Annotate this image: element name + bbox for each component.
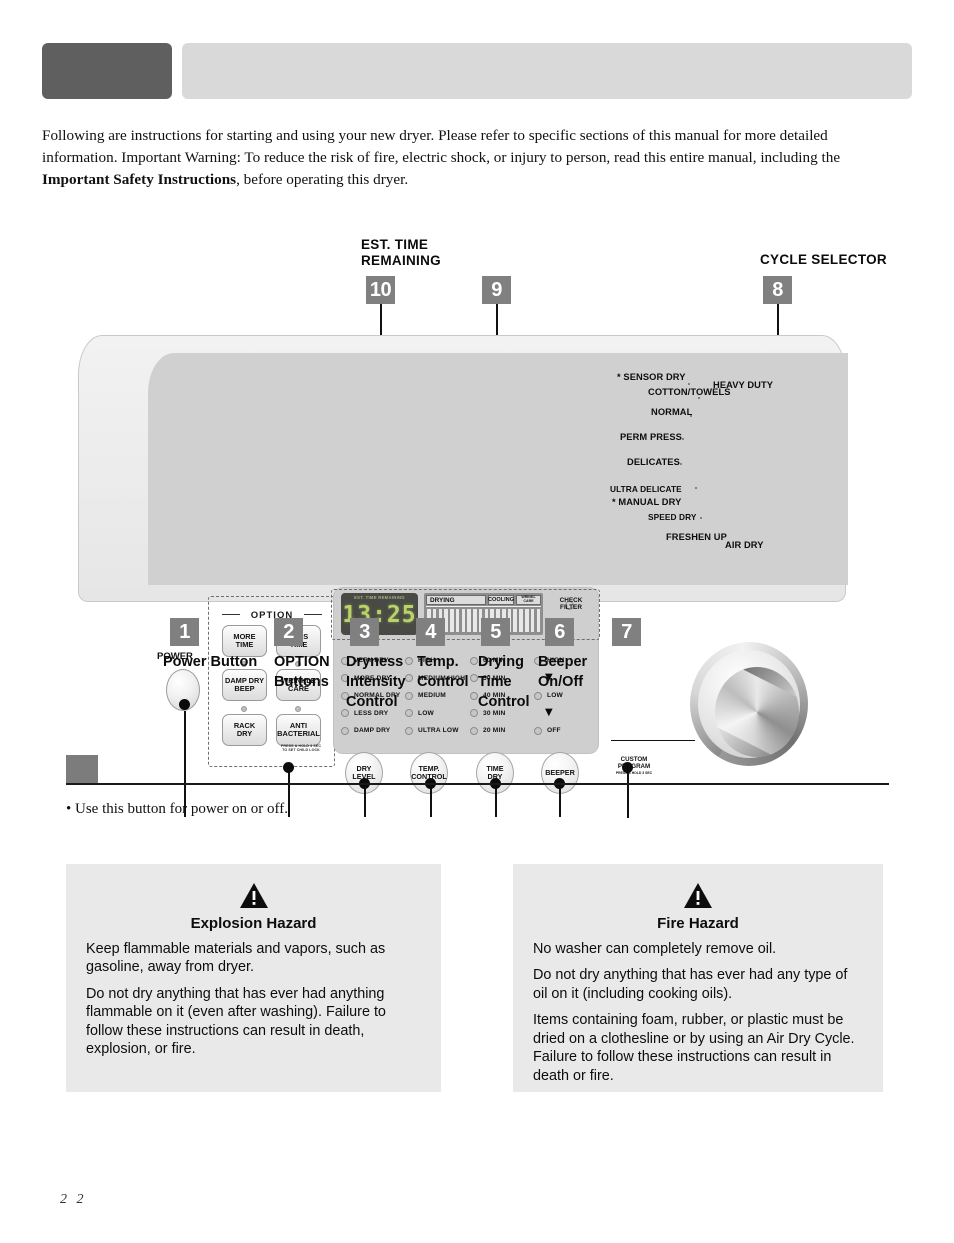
option-button-damp-dry-beep[interactable]: DAMP DRY BEEP — [222, 669, 267, 701]
manual-dry-divider — [611, 740, 695, 742]
warning-paragraph: Do not dry anything that has ever had an… — [86, 985, 386, 1058]
led-row-arrow: ▼ — [534, 705, 564, 723]
callout-label-temp-control: Temp. Control — [417, 654, 469, 690]
callout-4: 4 — [416, 618, 445, 646]
cycle-selector-knob[interactable] — [690, 642, 808, 766]
callout-label-beeper-on-off: Beeper On/Off — [538, 654, 588, 690]
knob-pointer-wedge-2 — [715, 712, 773, 757]
warning-paragraph: Items containing foam, rubber, or plasti… — [533, 1012, 855, 1084]
cycle-label-normal: NORMAL — [651, 407, 693, 417]
led-indicator — [341, 726, 349, 735]
callout-2-dot — [283, 762, 294, 773]
led-indicator — [405, 709, 413, 718]
callout-6: 6 — [545, 618, 574, 646]
knob-face — [715, 667, 799, 757]
header-dark-box — [42, 43, 172, 99]
custom-program-label: CUSTOM PROGRAM PRESS & HOLD 3 SEC — [615, 756, 653, 776]
warning-box-fire-hazard: Fire Hazard No washer can completely rem… — [513, 864, 883, 1092]
warning-paragraph: No washer can completely remove oil. — [533, 941, 777, 957]
check-filter-label: CHECK FILTER — [559, 597, 583, 612]
led-row: ULTRA LOW — [405, 722, 465, 740]
progress-underline — [426, 606, 541, 608]
cycle-label-ultra-delicate: ULTRA DELICATE — [610, 484, 682, 494]
section-divider — [66, 783, 889, 786]
status-drying: DRYING — [426, 595, 486, 605]
led-row: LOW — [405, 705, 465, 723]
header-title-bar — [182, 43, 912, 99]
led-indicator — [534, 726, 542, 735]
led-indicator — [470, 709, 478, 718]
led-row: 20 MIN — [470, 722, 505, 740]
callout-label-option-buttons: OPTION Buttons — [274, 654, 330, 690]
section-bullet-text: • Use this button for power on or off. — [66, 801, 289, 817]
option-button-rack-dry[interactable]: RACK DRY — [222, 714, 267, 746]
knob-pointer-wedge — [741, 667, 799, 712]
led-row: OFF — [534, 722, 564, 740]
callout-3: 3 — [350, 618, 379, 646]
callout-8: 8 — [763, 276, 792, 304]
cycle-label-air-dry: AIR DRY — [725, 540, 764, 550]
cycle-label-speed-dry: SPEED DRY — [648, 512, 697, 522]
callout-7-dot — [622, 762, 633, 773]
led-indicator — [470, 674, 478, 683]
callout-5: 5 — [481, 618, 510, 646]
callout-2: 2 — [274, 618, 303, 646]
warning-paragraph: Do not dry anything that has ever had an… — [533, 967, 848, 1002]
callout-7-leader — [627, 768, 629, 818]
status-wrinkle-care: WRINKL CARE — [516, 595, 541, 605]
cycle-label-perm-press: PERM PRESS — [620, 432, 682, 442]
cycle-label-manual-dry: * MANUAL DRY — [612, 497, 682, 507]
led-indicator — [470, 691, 478, 700]
led-indicator — [470, 656, 478, 665]
callout-1: 1 — [170, 618, 199, 646]
intro-text-part2: , before operating this dryer. — [236, 171, 409, 189]
status-cooling: COOLING — [487, 595, 515, 605]
display-title: EST. TIME REMAINING — [354, 595, 405, 600]
callout-label-power-button: Power Button — [163, 654, 258, 670]
callout-1-dot — [179, 699, 190, 710]
warning-triangle-icon — [533, 882, 863, 913]
callout-7: 7 — [612, 618, 641, 646]
child-lock-note: PRESS & HOLD 3 SEC TO SET CHILD LOCK — [280, 744, 322, 753]
option-group-title: OPTION — [250, 610, 294, 621]
warning-title: Fire Hazard — [657, 915, 739, 932]
knob-bezel — [698, 650, 800, 758]
option-button-anti-bacterial[interactable]: ANTI BACTERIAL — [276, 714, 321, 746]
warning-box-explosion-hazard: Explosion Hazard Keep flammable material… — [66, 864, 441, 1092]
cycle-label-sensor-dry: * SENSOR DRY — [617, 372, 686, 382]
warning-triangle-icon — [86, 882, 421, 913]
led-row: DAMP DRY — [341, 722, 400, 740]
option-led-anti-bacterial — [295, 706, 301, 712]
option-led-rack-dry — [241, 706, 247, 712]
annotation-est-time-remaining: EST. TIME REMAINING — [361, 237, 441, 268]
led-indicator — [470, 726, 478, 735]
annotation-cycle-selector: CYCLE SELECTOR — [760, 252, 887, 267]
intro-text-bold: Important Safety Instructions — [42, 171, 237, 189]
callout-label-dryness-intensity-control: Dryness Intensity Control — [346, 654, 406, 710]
callout-9: 9 — [482, 276, 511, 304]
cycle-label-heavy-duty: HEAVY DUTY — [713, 380, 774, 390]
led-indicator — [405, 674, 413, 683]
callout-10: 10 — [366, 276, 395, 304]
warning-paragraph: Keep flammable materials and vapors, suc… — [86, 941, 386, 976]
led-indicator — [405, 726, 413, 735]
intro-text-part1: Following are instructions for starting … — [42, 127, 841, 167]
led-indicator — [405, 691, 413, 700]
intro-paragraph: Following are instructions for starting … — [42, 125, 852, 191]
warning-title: Explosion Hazard — [190, 915, 317, 932]
led-indicator — [534, 691, 542, 700]
page-number: 2 2 — [60, 1192, 87, 1207]
callout-label-drying-time-control: Drying Time Control — [478, 654, 530, 710]
control-panel-diagram: EST. TIME REMAINING CYCLE SELECTOR 10 9 … — [0, 225, 954, 818]
led-indicator — [405, 656, 413, 665]
down-arrow-icon: ▼ — [545, 707, 553, 719]
section-marker-box — [66, 755, 98, 783]
cycle-label-delicates: DELICATES — [627, 457, 680, 467]
